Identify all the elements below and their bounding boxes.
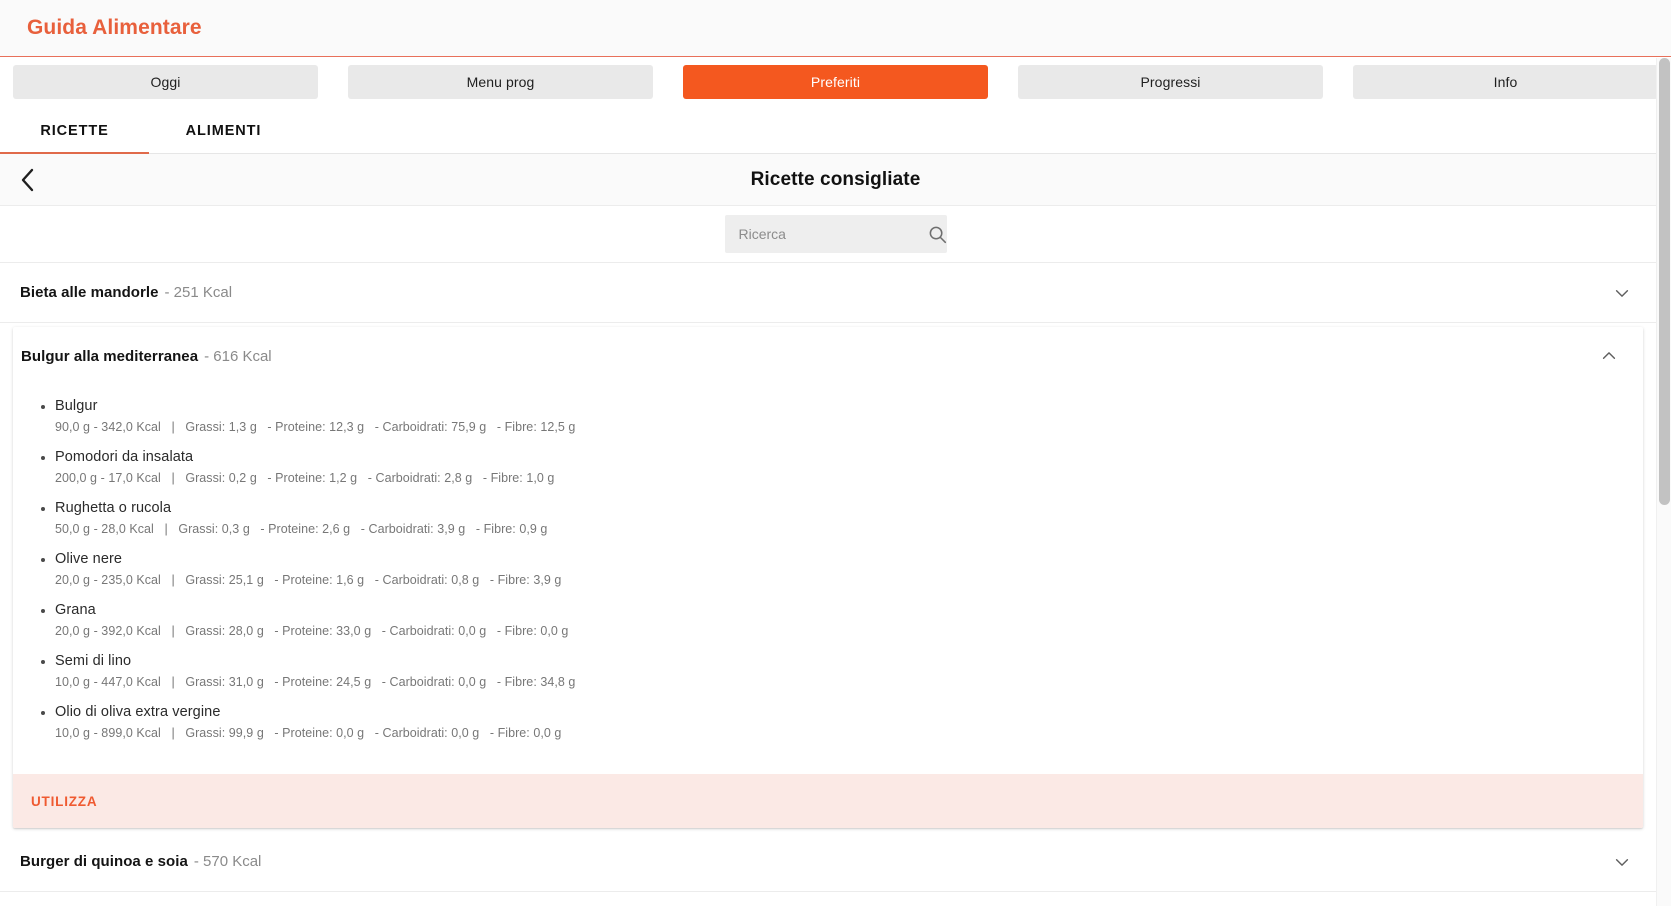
ingredient-name: Olio di oliva extra vergine	[55, 704, 221, 720]
recipe-name: Bulgur alla mediterranea	[21, 347, 199, 365]
chevron-left-icon	[21, 168, 33, 191]
tab-ricette[interactable]: RICETTE	[0, 107, 149, 154]
main-nav: Oggi Menu prog Preferiti Progressi Info	[0, 57, 1671, 107]
page-title: Ricette consigliate	[750, 168, 921, 190]
ingredient-name: Olive nere	[55, 551, 123, 567]
ingredient-list: Bulgur 90,0 g - 342,0 Kcal | Grassi: 1,3…	[13, 397, 1643, 743]
search-icon[interactable]	[928, 225, 947, 244]
ingredient-name: Rughetta o rucola	[55, 500, 172, 516]
app-header: Guida Alimentare	[0, 0, 1671, 57]
recipe-name: Burger di quinoa e soia	[20, 853, 188, 870]
nav-button-menu-prog[interactable]: Menu prog	[348, 65, 653, 99]
recipe-row-bulgur-alla-mediterranea[interactable]: Bulgur alla mediterranea - 616 Kcal	[13, 327, 1643, 385]
ingredient-section: Bulgur 90,0 g - 342,0 Kcal | Grassi: 1,3…	[13, 385, 1643, 774]
nav-button-preferiti[interactable]: Preferiti	[683, 65, 988, 99]
ingredient-item: Olive nere 20,0 g - 235,0 Kcal | Grassi:…	[41, 550, 1643, 590]
ingredient-nutrition: 90,0 g - 342,0 Kcal | Grassi: 1,3 g - Pr…	[55, 420, 576, 434]
scrollbar-thumb[interactable]	[1659, 58, 1670, 505]
nav-button-oggi[interactable]: Oggi	[13, 65, 318, 99]
recipe-row-burger-di-quinoa-e-soia[interactable]: Burger di quinoa e soia - 570 Kcal	[0, 832, 1656, 892]
recipe-list: Bieta alle mandorle - 251 Kcal Bulgur al…	[0, 263, 1656, 906]
app-title: Guida Alimentare	[27, 16, 202, 39]
nav-button-info[interactable]: Info	[1353, 65, 1658, 99]
ingredient-nutrition: 10,0 g - 899,0 Kcal | Grassi: 99,9 g - P…	[55, 726, 562, 740]
utilizza-label: UTILIZZA	[31, 793, 98, 809]
recipe-card-bulgur-alla-mediterranea: Bulgur alla mediterranea - 616 Kcal Bulg…	[13, 327, 1643, 828]
ingredient-nutrition: 50,0 g - 28,0 Kcal | Grassi: 0,3 g - Pro…	[55, 522, 548, 536]
ingredient-name: Grana	[55, 602, 96, 618]
ingredient-item: Semi di lino 10,0 g - 447,0 Kcal | Grass…	[41, 652, 1643, 692]
search-bar	[0, 206, 1671, 263]
back-button[interactable]	[10, 163, 44, 197]
page-title-bar: Ricette consigliate	[0, 154, 1671, 206]
recipe-list-wrapper: Bieta alle mandorle - 251 Kcal Bulgur al…	[0, 263, 1656, 906]
tab-alimenti[interactable]: ALIMENTI	[149, 107, 298, 154]
ingredient-nutrition: 10,0 g - 447,0 Kcal | Grassi: 31,0 g - P…	[55, 675, 576, 689]
ingredient-item: Rughetta o rucola 50,0 g - 28,0 Kcal | G…	[41, 499, 1643, 539]
app-window: Guida Alimentare Oggi Menu prog Preferit…	[0, 0, 1671, 906]
utilizza-button[interactable]: UTILIZZA	[13, 774, 1643, 828]
ingredient-nutrition: 20,0 g - 392,0 Kcal | Grassi: 28,0 g - P…	[55, 624, 569, 638]
ingredient-nutrition: 20,0 g - 235,0 Kcal | Grassi: 25,1 g - P…	[55, 573, 562, 587]
ingredient-item: Grana 20,0 g - 392,0 Kcal | Grassi: 28,0…	[41, 601, 1643, 641]
recipe-name: Bieta alle mandorle	[20, 284, 159, 301]
nav-button-progressi[interactable]: Progressi	[1018, 65, 1323, 99]
ingredient-name: Semi di lino	[55, 653, 132, 669]
recipe-kcal: - 570 Kcal	[193, 853, 262, 870]
search-input[interactable]	[738, 226, 920, 242]
ingredient-name: Bulgur	[55, 398, 98, 414]
chevron-down-icon[interactable]	[1610, 850, 1634, 874]
recipe-row-bieta-alle-mandorle[interactable]: Bieta alle mandorle - 251 Kcal	[0, 263, 1656, 323]
chevron-up-icon[interactable]	[1597, 344, 1621, 368]
sub-tabs: RICETTE ALIMENTI	[0, 107, 1671, 154]
ingredient-item: Olio di oliva extra vergine 10,0 g - 899…	[41, 703, 1643, 743]
recipe-kcal: - 251 Kcal	[164, 284, 233, 301]
search-box[interactable]	[724, 215, 947, 253]
ingredient-name: Pomodori da insalata	[55, 449, 194, 465]
chevron-down-icon[interactable]	[1610, 281, 1634, 305]
ingredient-nutrition: 200,0 g - 17,0 Kcal | Grassi: 0,2 g - Pr…	[55, 471, 555, 485]
ingredient-item: Pomodori da insalata 200,0 g - 17,0 Kcal…	[41, 448, 1643, 488]
recipe-kcal: - 616 Kcal	[204, 347, 272, 365]
recipe-row-partial[interactable]	[0, 892, 1656, 906]
ingredient-item: Bulgur 90,0 g - 342,0 Kcal | Grassi: 1,3…	[41, 397, 1643, 437]
page-scrollbar[interactable]	[1656, 58, 1671, 906]
